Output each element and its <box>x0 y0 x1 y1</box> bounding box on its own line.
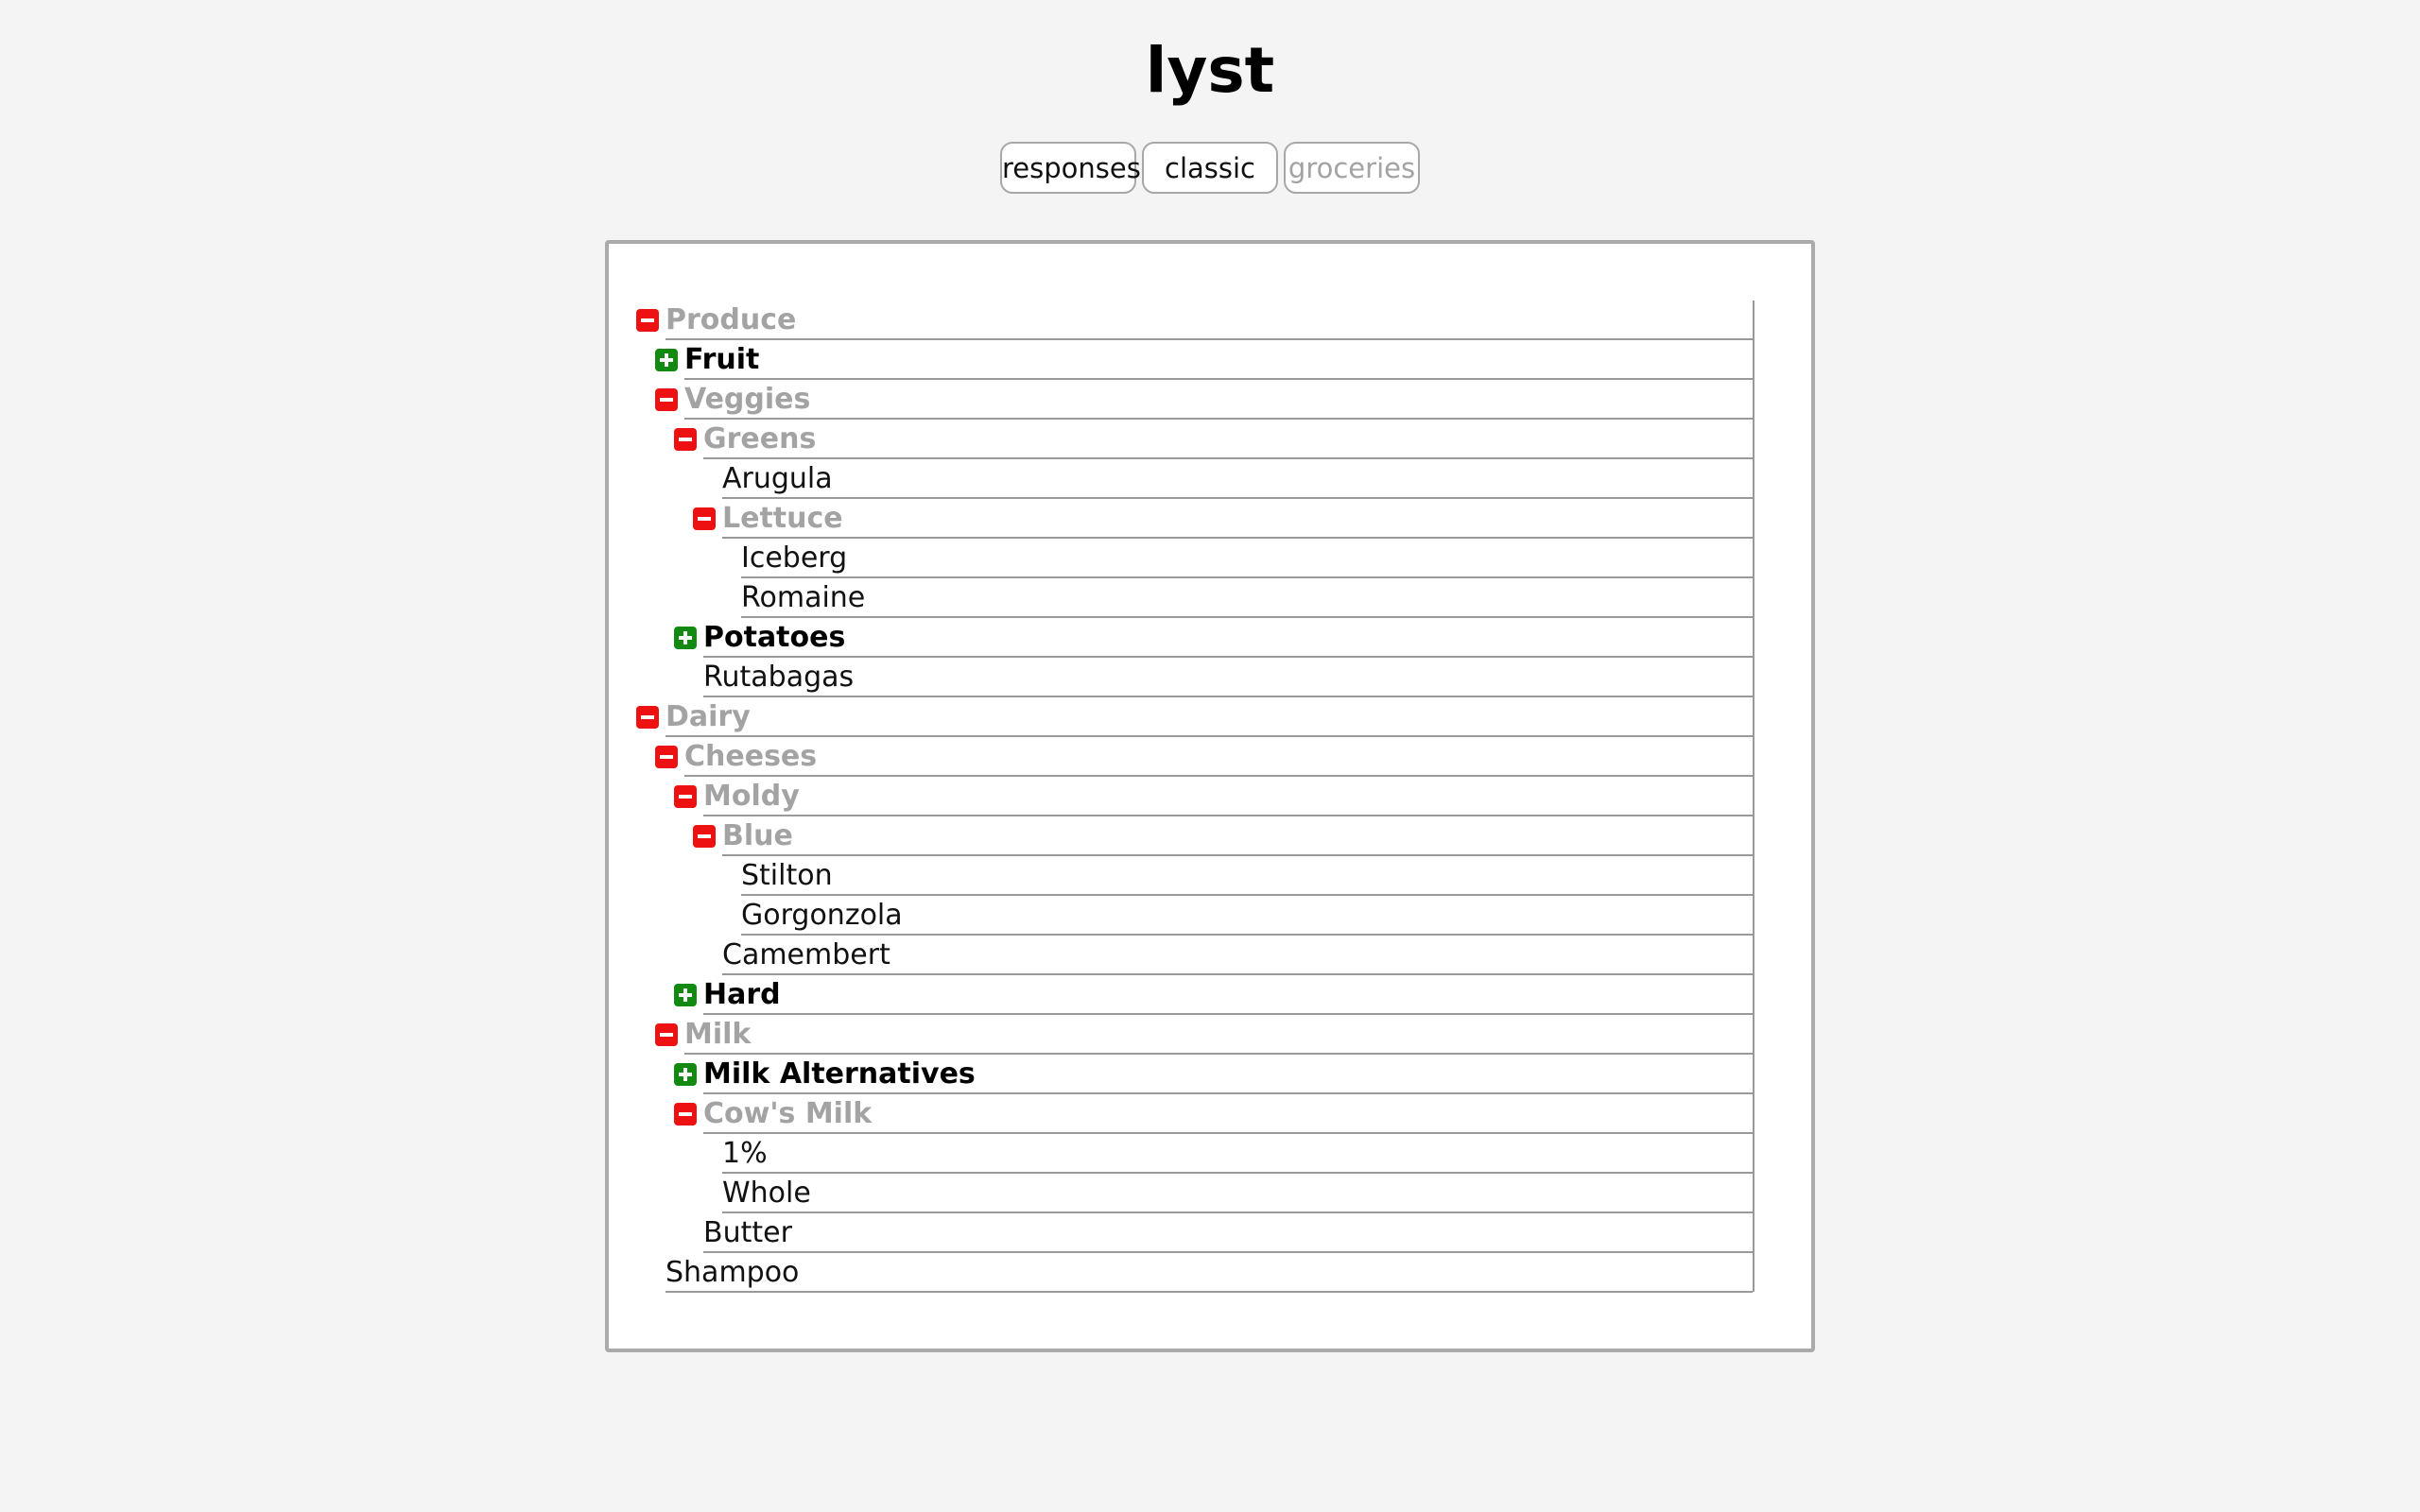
tree-label: Fruit <box>684 340 1753 380</box>
tree-label: Lettuce <box>722 499 1753 539</box>
collapse-icon[interactable] <box>655 746 678 768</box>
tab-groceries[interactable]: groceries <box>1284 142 1420 194</box>
tree-label: Blue <box>722 816 1753 856</box>
tab-responses[interactable]: responses <box>1000 142 1141 194</box>
tree-item[interactable]: Whole <box>722 1174 1753 1213</box>
tree-item[interactable]: 1% <box>722 1134 1753 1174</box>
list-tabs: responses classic groceries <box>0 142 2420 194</box>
tree-group[interactable]: Cow's Milk <box>674 1094 1753 1134</box>
collapse-icon[interactable] <box>636 309 659 332</box>
tree-label: Produce <box>666 301 1753 340</box>
tab-classic[interactable]: classic <box>1142 142 1278 194</box>
tree-label: Whole <box>722 1174 1753 1213</box>
outline-tree: Produce Fruit Veggies Greens Arugula Lettuce I… <box>636 301 1754 1293</box>
tree-group[interactable]: Greens <box>674 420 1753 459</box>
collapse-icon[interactable] <box>674 785 697 808</box>
tree-label: Stilton <box>741 856 1753 896</box>
tree-group[interactable]: Dairy <box>636 697 1753 737</box>
tree-group[interactable]: Milk Alternatives <box>674 1055 1753 1094</box>
tree-group[interactable]: Blue <box>693 816 1753 856</box>
tree-item[interactable]: Shampoo <box>666 1253 1753 1293</box>
tree-item[interactable]: Arugula <box>722 459 1753 499</box>
tree-label: Shampoo <box>666 1253 1753 1293</box>
tree-group[interactable]: Potatoes <box>674 618 1753 658</box>
collapse-icon[interactable] <box>693 825 716 848</box>
expand-icon[interactable] <box>655 349 678 371</box>
tree-item[interactable]: Romaine <box>741 578 1753 618</box>
tree-label: Rutabagas <box>703 658 1753 697</box>
collapse-icon[interactable] <box>655 388 678 411</box>
tree-group[interactable]: Produce <box>636 301 1753 340</box>
tree-group[interactable]: Hard <box>674 975 1753 1015</box>
tree-label: Greens <box>703 420 1753 459</box>
tree-group[interactable]: Cheeses <box>655 737 1753 777</box>
tree-item[interactable]: Butter <box>703 1213 1753 1253</box>
tree-label: Camembert <box>722 936 1753 975</box>
tree-label: 1% <box>722 1134 1753 1174</box>
tree-label: Romaine <box>741 578 1753 618</box>
expand-icon[interactable] <box>674 984 697 1006</box>
collapse-icon[interactable] <box>636 706 659 729</box>
expand-icon[interactable] <box>674 627 697 649</box>
tree-group[interactable]: Veggies <box>655 380 1753 420</box>
app-title: lyst <box>1145 34 1275 107</box>
tree-item[interactable]: Gorgonzola <box>741 896 1753 936</box>
tree-group[interactable]: Fruit <box>655 340 1753 380</box>
tree-label: Iceberg <box>741 539 1753 578</box>
tree-label: Arugula <box>722 459 1753 499</box>
tree-label: Cheeses <box>684 737 1753 777</box>
tree-item[interactable]: Stilton <box>741 856 1753 896</box>
tree-group[interactable]: Milk <box>655 1015 1753 1055</box>
tree-label: Moldy <box>703 777 1753 816</box>
tree-label: Veggies <box>684 380 1753 420</box>
tree-label: Gorgonzola <box>741 896 1753 936</box>
tree-item[interactable]: Rutabagas <box>703 658 1753 697</box>
expand-icon[interactable] <box>674 1063 697 1086</box>
tree-item[interactable]: Camembert <box>722 936 1753 975</box>
tree-group[interactable]: Moldy <box>674 777 1753 816</box>
tree-label: Milk Alternatives <box>703 1055 1753 1094</box>
tree-label: Hard <box>703 975 1753 1015</box>
tree-label: Potatoes <box>703 618 1753 658</box>
collapse-icon[interactable] <box>693 507 716 530</box>
tree-label: Milk <box>684 1015 1753 1055</box>
collapse-icon[interactable] <box>655 1023 678 1046</box>
tree-label: Cow's Milk <box>703 1094 1753 1134</box>
tree-label: Dairy <box>666 697 1753 737</box>
tree-group[interactable]: Lettuce <box>693 499 1753 539</box>
collapse-icon[interactable] <box>674 1103 697 1125</box>
collapse-icon[interactable] <box>674 428 697 451</box>
tree-item[interactable]: Iceberg <box>741 539 1753 578</box>
tree-label: Butter <box>703 1213 1753 1253</box>
